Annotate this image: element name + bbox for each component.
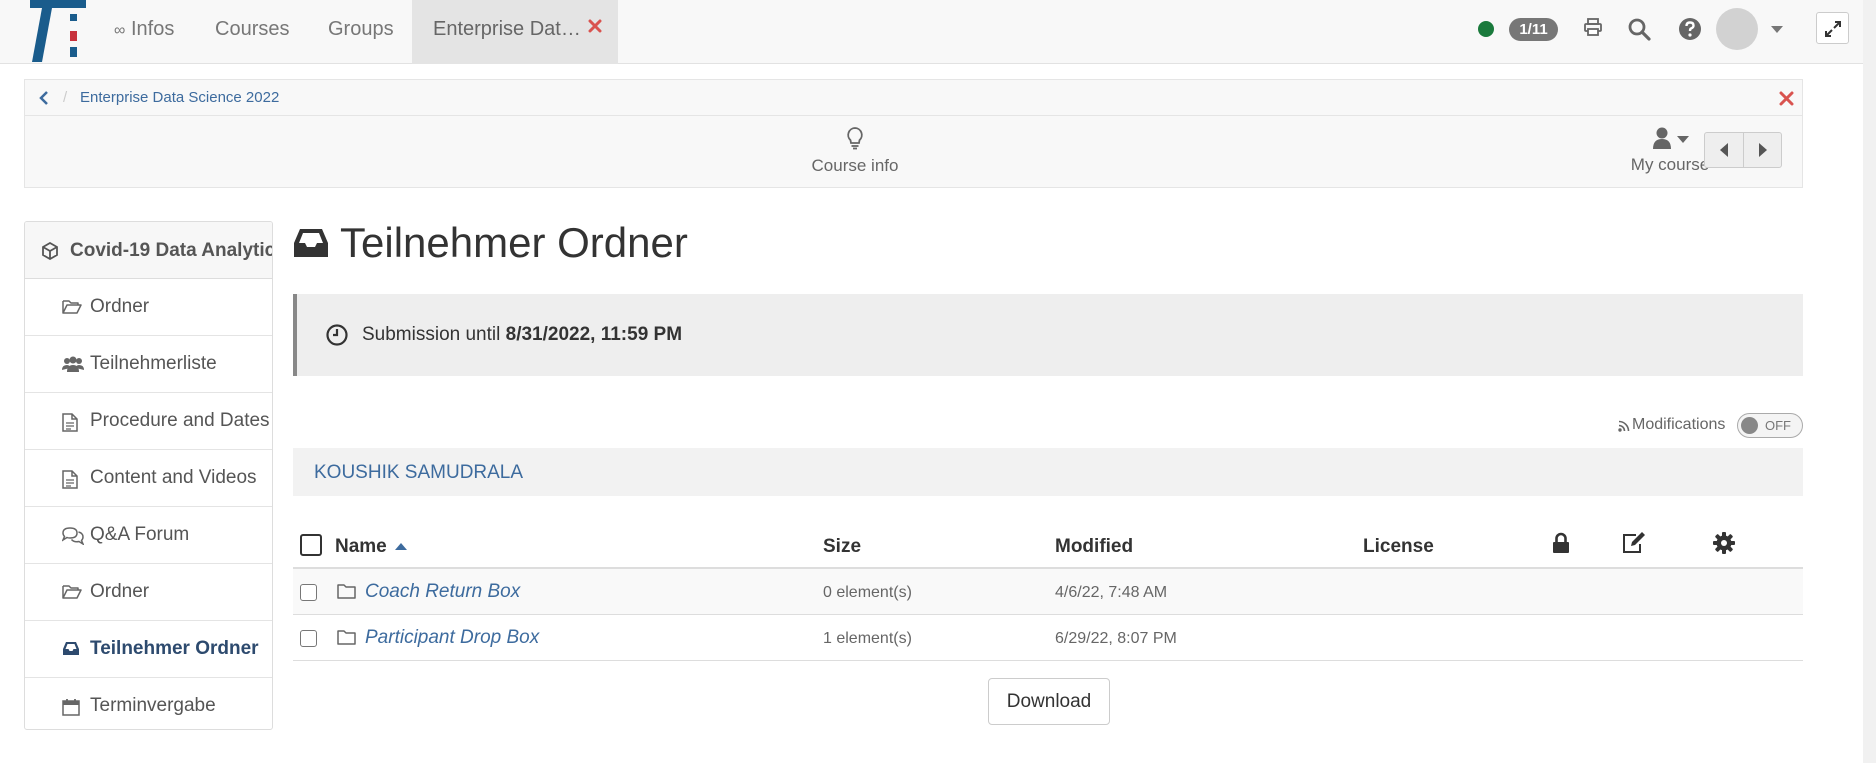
nav-groups[interactable]: Groups: [328, 0, 394, 64]
sort-ascending-icon: [394, 543, 407, 551]
column-size-header[interactable]: Size: [823, 536, 861, 558]
lock-icon: [1552, 532, 1570, 554]
sidebar-item-qa-forum[interactable]: Q&A Forum: [25, 507, 272, 564]
document-icon: [62, 470, 78, 489]
course-info-button[interactable]: Course info: [787, 126, 923, 176]
folder-modified: 6/29/22, 8:07 PM: [1055, 630, 1177, 647]
table-row: Coach Return Box 0 element(s) 4/6/22, 7:…: [293, 569, 1803, 615]
breadcrumb: / Enterprise Data Science 2022: [25, 80, 1802, 116]
help-icon[interactable]: [1678, 17, 1702, 41]
expand-icon: [1825, 21, 1841, 37]
table-row: Participant Drop Box 1 element(s) 6/29/2…: [293, 615, 1803, 661]
sidebar-item-content-and-videos[interactable]: Content and Videos: [25, 450, 272, 507]
sidebar-item-ordner-2[interactable]: Ordner: [25, 564, 272, 621]
triangle-right-icon: [1759, 143, 1767, 157]
nav-tab-course-label: Enterprise Dat…: [433, 18, 581, 40]
folder-modified: 4/6/22, 7:48 AM: [1055, 584, 1168, 601]
user-name: KOUSHIK SAMUDRALA: [314, 462, 524, 483]
select-all-checkbox[interactable]: [300, 534, 322, 556]
sidebar-item-label: Content and Videos: [90, 467, 257, 488]
cube-icon: [41, 242, 59, 260]
caret-down-icon: [1677, 136, 1689, 143]
top-navigation: ∞ Infos Courses Groups Enterprise Dat… 1…: [0, 0, 1876, 64]
edit-icon: [1621, 532, 1647, 554]
previous-node-button[interactable]: [1705, 133, 1743, 167]
rss-icon: [1618, 420, 1630, 432]
row-checkbox[interactable]: [300, 630, 317, 647]
row-checkbox[interactable]: [300, 584, 317, 601]
folder-link[interactable]: Coach Return Box: [365, 581, 520, 603]
nav-tab-course[interactable]: Enterprise Dat…: [412, 0, 618, 64]
sidebar-item-teilnehmer-ordner[interactable]: Teilnehmer Ordner: [25, 621, 272, 678]
course-pager: [1704, 132, 1782, 168]
close-tab-icon[interactable]: [588, 19, 602, 33]
user-folder-header: KOUSHIK SAMUDRALA: [293, 448, 1803, 496]
fullscreen-button[interactable]: [1816, 12, 1849, 44]
triangle-left-icon: [1720, 143, 1728, 157]
sidebar-item-label: Teilnehmerliste: [90, 353, 217, 374]
gear-icon: [1713, 532, 1735, 554]
course-menu-title: Covid-19 Data Analytics: [70, 240, 273, 261]
page-title-text: Teilnehmer Ordner: [340, 219, 688, 266]
sidebar-item-procedure-and-dates[interactable]: Procedure and Dates: [25, 393, 272, 450]
search-icon[interactable]: [1627, 17, 1651, 41]
breadcrumb-separator: /: [63, 89, 68, 106]
nav-courses[interactable]: Courses: [215, 0, 289, 64]
users-icon: [62, 356, 84, 372]
toggle-knob: [1741, 417, 1758, 434]
infinity-icon: ∞: [114, 22, 126, 39]
sidebar-item-label: Teilnehmer Ordner: [90, 638, 259, 659]
breadcrumb-course-link[interactable]: Enterprise Data Science 2022: [80, 89, 279, 106]
course-menu: Covid-19 Data Analytics Ordner Teilnehme…: [24, 221, 273, 730]
comments-icon: [62, 527, 84, 545]
submission-deadline: Submission until 8/31/2022, 11:59 PM: [293, 294, 1803, 376]
modifications-toggle[interactable]: OFF: [1737, 413, 1803, 438]
inbox-icon: [62, 641, 80, 656]
course-menu-root[interactable]: Covid-19 Data Analytics: [25, 222, 272, 279]
sidebar-item-teilnehmerliste[interactable]: Teilnehmerliste: [25, 336, 272, 393]
logo[interactable]: [28, 0, 90, 62]
close-course-icon[interactable]: [1779, 91, 1794, 106]
next-node-button[interactable]: [1744, 133, 1782, 167]
lightbulb-icon: [845, 126, 865, 150]
sidebar-item-label: Ordner: [90, 581, 150, 602]
toggle-label: OFF: [1765, 418, 1791, 433]
deadline-text: Submission until 8/31/2022, 11:59 PM: [362, 324, 683, 345]
nav-infos[interactable]: ∞ Infos: [114, 0, 174, 64]
print-icon[interactable]: [1583, 17, 1603, 37]
folder-size: 0 element(s): [823, 584, 912, 601]
deadline-date: 8/31/2022, 11:59 PM: [505, 324, 683, 345]
download-button[interactable]: Download: [988, 678, 1110, 725]
online-status-icon[interactable]: [1478, 21, 1494, 37]
sidebar-item-label: Procedure and Dates: [90, 410, 270, 431]
column-license-header[interactable]: License: [1363, 536, 1434, 558]
sidebar-item-label: Q&A Forum: [90, 524, 190, 545]
back-chevron-icon[interactable]: [39, 91, 49, 105]
folder-icon: [337, 629, 356, 645]
clock-icon: [326, 324, 348, 346]
course-info-label: Course info: [811, 156, 899, 175]
course-toolbar: / Enterprise Data Science 2022 Course in…: [24, 79, 1803, 188]
sidebar-item-label: Ordner: [90, 296, 150, 317]
avatar[interactable]: [1716, 8, 1758, 50]
course-counter-badge[interactable]: 1/11: [1509, 18, 1558, 41]
table-header: Name Size Modified License: [293, 525, 1803, 569]
sidebar-item-ordner[interactable]: Ordner: [25, 279, 272, 336]
folder-size: 1 element(s): [823, 630, 912, 647]
folder-open-icon: [62, 584, 82, 600]
column-modified-header[interactable]: Modified: [1055, 536, 1133, 558]
chevron-down-icon[interactable]: [1771, 26, 1783, 33]
sidebar-item-terminvergabe[interactable]: Terminvergabe: [25, 678, 272, 729]
folder-open-icon: [62, 299, 82, 315]
document-icon: [62, 413, 78, 432]
calendar-icon: [62, 698, 80, 716]
scrollbar[interactable]: [1863, 0, 1876, 763]
column-name-header[interactable]: Name: [335, 536, 407, 558]
user-icon: [1652, 126, 1672, 150]
nav-infos-label: Infos: [130, 18, 175, 40]
folder-link[interactable]: Participant Drop Box: [365, 627, 539, 649]
folder-icon: [337, 583, 356, 599]
inbox-icon: [293, 228, 329, 258]
sidebar-item-label: Terminvergabe: [90, 695, 216, 716]
